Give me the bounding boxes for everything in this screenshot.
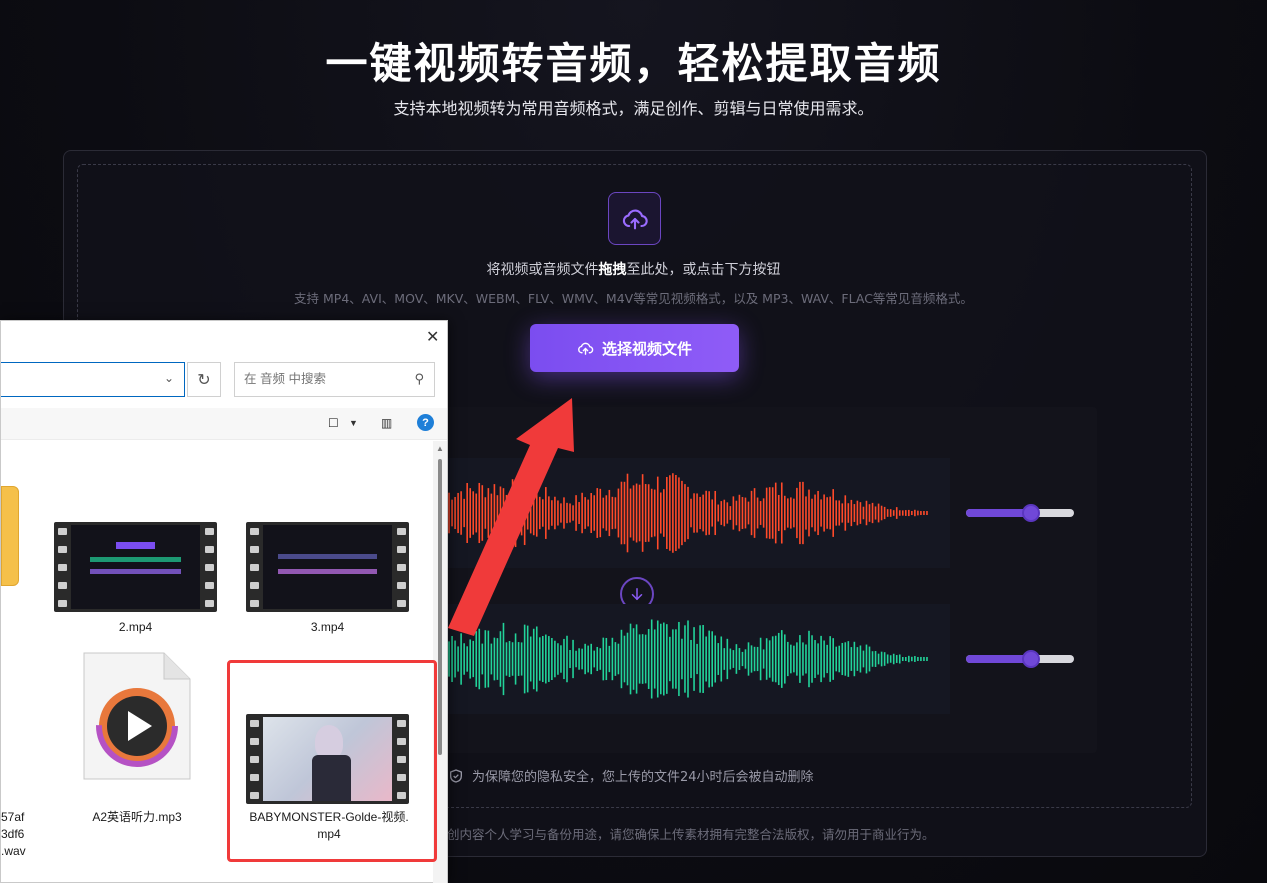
video-thumbnail[interactable] [246,522,409,612]
refresh-button[interactable]: ↻ [187,362,221,397]
supported-formats: 支持 MP4、AVI、MOV、MKV、WEBM、FLV、WMV、M4V等常见视频… [294,291,973,306]
folder-icon[interactable] [1,486,19,586]
file-name-line: 3df6 [1,827,25,841]
preview-pane-icon[interactable]: ▥ [381,416,392,430]
slider-knob[interactable] [1021,504,1040,522]
page-subtitle: 支持本地视频转为常用音频格式，满足创作、剪辑与日常使用需求。 [393,99,874,118]
file-name-line: .wav [1,844,26,858]
drop-hint: 将视频或音频文件拖拽至此处，或点击下方按钮 [486,262,781,278]
view-toolbar: ☐ ▼ ▥ ? [1,408,447,440]
search-input[interactable] [244,372,404,386]
slider-knob[interactable] [1021,650,1040,668]
view-mode-icon[interactable]: ☐ [328,416,339,430]
search-box[interactable]: ⚲ [234,362,435,397]
caret-down-icon[interactable]: ▼ [349,418,358,428]
audio-volume-slider[interactable] [966,650,1074,668]
video-thumbnail[interactable] [54,522,217,612]
copyright-disclaimer: 创内容个人学习与备份用途，请您确保上传素材拥有完整合法版权，请勿用于商业行为。 [447,827,935,842]
help-icon[interactable]: ? [417,414,434,431]
search-icon[interactable]: ⚲ [414,371,424,387]
highlight-box [227,660,437,862]
close-icon[interactable]: ✕ [426,327,439,347]
file-name[interactable]: 2.mp4 [54,619,217,636]
cloud-upload-icon [578,342,594,355]
audio-file-icon[interactable] [82,651,192,781]
chevron-down-icon[interactable]: ⌄ [164,371,174,385]
file-name-line: 57af [1,810,25,824]
choose-video-label: 选择视频文件 [601,339,692,358]
cloud-upload-icon [608,192,661,245]
privacy-text: 为保障您的隐私安全，您上传的文件24小时后会被自动删除 [472,770,814,785]
shield-check-icon [450,768,462,783]
file-name[interactable]: A2英语听力.mp3 [61,809,213,826]
video-volume-slider[interactable] [966,504,1074,522]
privacy-note: 为保障您的隐私安全，您上传的文件24小时后会被自动删除 [448,766,814,785]
file-name[interactable]: 3.mp4 [246,619,409,636]
choose-video-button[interactable]: 选择视频文件 [530,324,739,372]
file-name[interactable]: 57af 3df6 .wav [1,809,31,860]
annotation-arrow [448,398,574,636]
page-title: 一键视频转音频，轻松提取音频 [325,39,942,88]
address-bar[interactable]: ⌄ [1,362,185,397]
